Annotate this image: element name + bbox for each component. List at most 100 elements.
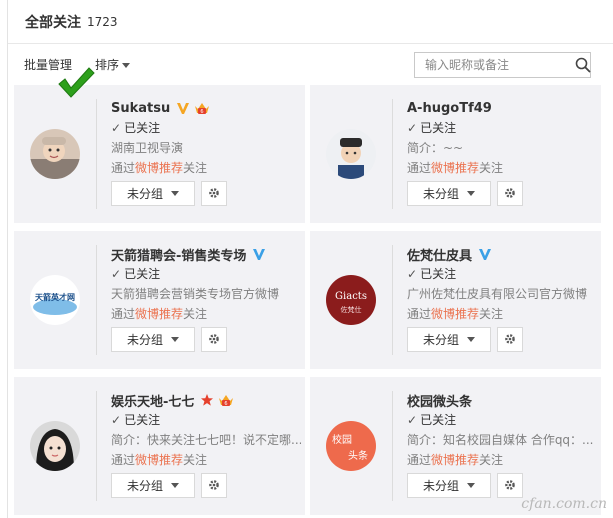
via-prefix: 通过 (407, 307, 432, 321)
group-label: 未分组 (126, 479, 163, 493)
via-link[interactable]: 微博推荐 (135, 161, 183, 175)
user-name[interactable]: Sukatsu (111, 101, 170, 116)
group-label: 未分组 (422, 333, 459, 347)
user-desc: 简介：快来关注七七吧！说不定哪... (111, 433, 301, 447)
check-icon: ✓ (111, 413, 122, 427)
gear-icon (208, 476, 220, 495)
page-header: 全部关注 1723 (8, 0, 613, 44)
settings-button[interactable] (201, 473, 227, 498)
card-info: 校园微头条 ✓ 已关注 简介：知名校园自媒体 合作qq：... 通过微博推荐关注 (407, 390, 597, 470)
group-dropdown[interactable]: 未分组 (111, 473, 195, 498)
settings-button[interactable] (497, 473, 523, 498)
group-label: 未分组 (126, 333, 163, 347)
svg-text:Giacts: Giacts (335, 291, 367, 302)
check-icon: ✓ (111, 121, 122, 135)
via-suffix: 关注 (183, 307, 208, 321)
check-icon: ✓ (407, 121, 418, 135)
card-actions: 未分组 (111, 473, 227, 498)
divider (392, 99, 393, 209)
settings-button[interactable] (497, 327, 523, 352)
svg-text:头条: 头条 (348, 449, 368, 462)
star-red-icon (200, 393, 214, 407)
gear-icon (208, 184, 220, 203)
via-suffix: 关注 (479, 161, 504, 175)
followed-label: 已关注 (420, 413, 457, 427)
via-prefix: 通过 (407, 161, 432, 175)
follow-source: 通过微博推荐关注 (407, 304, 597, 324)
group-label: 未分组 (422, 479, 459, 493)
via-suffix: 关注 (479, 307, 504, 321)
check-icon: ✓ (111, 267, 122, 281)
card-actions: 未分组 (111, 181, 227, 206)
user-name[interactable]: 天箭猎聘会-销售类专场 (111, 245, 246, 264)
card-actions: 未分组 (407, 327, 523, 352)
via-prefix: 通过 (111, 307, 136, 321)
user-name[interactable]: 校园微头条 (407, 391, 472, 410)
gear-icon (208, 330, 220, 349)
user-desc: 广州佐梵仕皮具有限公司官方微博 (407, 287, 588, 301)
followed-status: ✓ 已关注 (407, 410, 597, 430)
svg-text:6: 6 (201, 109, 204, 115)
card-info: A-hugoTf49 ✓ 已关注 简介：~~ 通过微博推荐关注 (407, 98, 597, 178)
chevron-down-icon (122, 63, 131, 68)
follow-list-panel: 全部关注 1723 批量管理 排序 Sukatsu 6 (7, 0, 613, 518)
v-blue-icon (252, 247, 266, 261)
user-name[interactable]: 娱乐天地-七七 (111, 391, 194, 410)
vip-crown-icon: 6 (194, 101, 210, 115)
follow-source: 通过微博推荐关注 (407, 450, 597, 470)
via-link[interactable]: 微博推荐 (431, 307, 479, 321)
sort-dropdown[interactable]: 排序 (95, 56, 131, 73)
via-prefix: 通过 (111, 161, 136, 175)
via-prefix: 通过 (111, 453, 136, 467)
divider (96, 245, 97, 355)
followed-label: 已关注 (420, 121, 457, 135)
avatar[interactable] (30, 129, 80, 179)
via-link[interactable]: 微博推荐 (431, 453, 479, 467)
svg-text:天箭英才网: 天箭英才网 (35, 292, 75, 302)
chevron-down-icon (171, 483, 179, 488)
card-info: Sukatsu 6 ✓ 已关注 湖南卫视导演 通过微博推荐关注 (111, 98, 301, 178)
avatar[interactable]: 天箭英才网 (30, 275, 80, 325)
group-dropdown[interactable]: 未分组 (407, 473, 491, 498)
follow-card: Giacts 佐梵仕 佐梵仕皮具 ✓ 已关注 广州佐梵仕皮具有限公司官方微博 通过微… (310, 231, 601, 369)
follow-source: 通过微博推荐关注 (111, 158, 301, 178)
settings-button[interactable] (497, 181, 523, 206)
user-desc: 简介：知名校园自媒体 合作qq：... (407, 433, 594, 447)
search-icon[interactable] (575, 53, 591, 77)
chevron-down-icon (171, 337, 179, 342)
avatar[interactable] (30, 421, 80, 471)
group-dropdown[interactable]: 未分组 (407, 327, 491, 352)
user-name[interactable]: A-hugoTf49 (407, 101, 492, 116)
sort-label: 排序 (95, 58, 120, 72)
via-link[interactable]: 微博推荐 (135, 307, 183, 321)
svg-text:佐梵仕: 佐梵仕 (341, 305, 362, 314)
gear-icon (504, 330, 516, 349)
card-info: 娱乐天地-七七 6 ✓ 已关注 简介：快来关注七七吧！说不定哪... 通过微博推荐… (111, 390, 301, 470)
via-suffix: 关注 (479, 453, 504, 467)
settings-button[interactable] (201, 181, 227, 206)
follow-source: 通过微博推荐关注 (111, 304, 301, 324)
group-label: 未分组 (422, 187, 459, 201)
search-input[interactable] (415, 53, 575, 77)
user-name[interactable]: 佐梵仕皮具 (407, 245, 472, 264)
followed-label: 已关注 (420, 267, 457, 281)
gear-icon (504, 476, 516, 495)
svg-text:6: 6 (225, 401, 228, 407)
avatar[interactable] (326, 129, 376, 179)
via-link[interactable]: 微博推荐 (431, 161, 479, 175)
follow-count: 1723 (87, 14, 118, 29)
group-dropdown[interactable]: 未分组 (111, 181, 195, 206)
via-link[interactable]: 微博推荐 (135, 453, 183, 467)
avatar[interactable]: 校园 头条 (326, 421, 376, 471)
avatar[interactable]: Giacts 佐梵仕 (326, 275, 376, 325)
group-dropdown[interactable]: 未分组 (111, 327, 195, 352)
user-desc: 天箭猎聘会营销类专场官方微博 (111, 287, 280, 301)
group-dropdown[interactable]: 未分组 (407, 181, 491, 206)
chevron-down-icon (467, 337, 475, 342)
v-blue-icon (478, 247, 492, 261)
settings-button[interactable] (201, 327, 227, 352)
followed-status: ✓ 已关注 (111, 118, 301, 138)
user-desc: 简介：~~ (407, 141, 464, 155)
card-actions: 未分组 (407, 181, 523, 206)
followed-status: ✓ 已关注 (407, 118, 597, 138)
